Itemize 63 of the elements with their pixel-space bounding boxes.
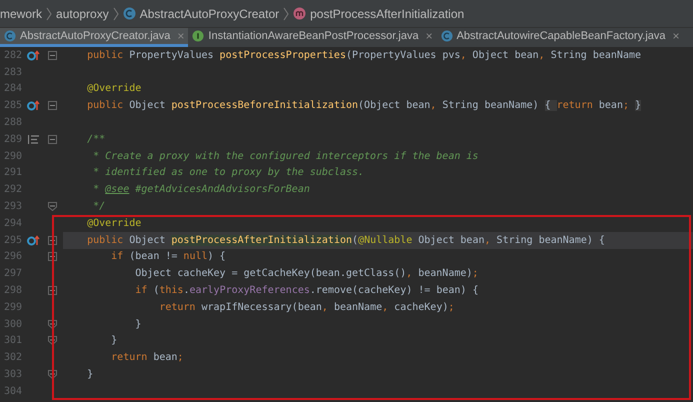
code-line: if (this.earlyProxyReferences.remove(cacheKey) != bean) { — [134, 284, 480, 298]
line-number: 293 — [2, 200, 22, 214]
fold-marker-icon[interactable] — [48, 50, 57, 60]
close-icon[interactable]: × — [672, 29, 680, 43]
line-number: 301 — [2, 334, 22, 348]
line-number: 283 — [2, 66, 22, 80]
lines-icon[interactable] — [28, 134, 38, 144]
code-line: return wrapIfNecessary(bean, beanName, cacheKey); — [158, 300, 456, 315]
line-number: 303 — [2, 368, 22, 382]
fold-marker-icon[interactable] — [48, 101, 57, 110]
code-line: * @see #getAdvicesAndAdvisorsForBean — [92, 183, 311, 198]
code-line: Object cacheKey = getCacheKey(bean.getClass(), beanName); — [134, 267, 480, 282]
chevron-icon — [46, 6, 52, 20]
class-icon — [122, 7, 136, 20]
code-line: if (bean != null) { — [110, 250, 227, 264]
line-number: 297 — [2, 267, 22, 282]
line-number: 282 — [2, 48, 22, 63]
code-line: @Override — [86, 216, 142, 231]
line-number: 299 — [2, 300, 22, 315]
fold-marker-icon[interactable] — [48, 202, 57, 212]
breadcrumb-item[interactable]: postProcessAfterInitialization — [293, 6, 464, 20]
circle-up-arrow-icon[interactable] — [26, 50, 40, 61]
line-number: 290 — [2, 150, 22, 164]
line-number: 285 — [2, 99, 22, 114]
line-number: 284 — [2, 82, 22, 96]
circle-up-arrow-icon[interactable] — [26, 100, 40, 112]
code-line: } — [86, 368, 94, 382]
code-line: public Object postProcessBeforeInitialization(Object bean, String beanName) { return bean; } — [86, 99, 642, 114]
code-line: public PropertyValues postProcessProperties(PropertyValues pvs, Object bean, String beanName — [86, 48, 642, 63]
line-number: 296 — [2, 250, 22, 264]
line-number: 294 — [2, 216, 22, 231]
breadcrumb-item[interactable]: mework — [0, 6, 42, 20]
line-number: 291 — [2, 166, 22, 180]
breadcrumb-item[interactable]: AbstractAutoProxyCreator — [122, 6, 280, 20]
circle-up-arrow-icon[interactable] — [26, 234, 40, 246]
breadcrumb-item[interactable]: autoproxy — [56, 6, 109, 20]
line-number: 295 — [2, 234, 22, 248]
chevron-icon — [112, 6, 119, 20]
code-line: /** — [86, 132, 106, 147]
line-number: 304 — [2, 384, 22, 399]
interface-icon — [192, 30, 204, 42]
line-number: 292 — [2, 183, 22, 198]
code-line: } — [134, 318, 142, 332]
code-line: return bean; — [110, 351, 184, 366]
file-tab[interactable]: AbstractAutoProxyCreator.java × — [0, 28, 188, 47]
code-line: * identified as one to proxy by the subclass. — [92, 166, 366, 180]
line-number: 288 — [2, 116, 22, 130]
code-line: * Create a proxy with the configured interceptors if the bean is — [92, 150, 480, 164]
line-number: 298 — [2, 284, 22, 298]
line-number: 302 — [2, 351, 22, 366]
file-tab[interactable]: InstantiationAwareBeanPostProcessor.java × — [188, 28, 437, 47]
line-number: 289 — [2, 132, 22, 147]
class-icon — [440, 30, 453, 42]
close-icon[interactable]: × — [426, 29, 433, 43]
code-line: */ — [92, 200, 106, 214]
fold-marker-icon[interactable] — [48, 134, 57, 144]
line-number: 300 — [2, 318, 22, 332]
code-line: @Override — [86, 82, 142, 96]
code-line: } — [110, 334, 118, 348]
class-icon — [4, 30, 16, 42]
chevron-icon — [283, 6, 290, 20]
method-icon — [293, 7, 306, 20]
file-tab[interactable]: AbstractAutowireCapableBeanFactory.java × — [436, 28, 684, 47]
